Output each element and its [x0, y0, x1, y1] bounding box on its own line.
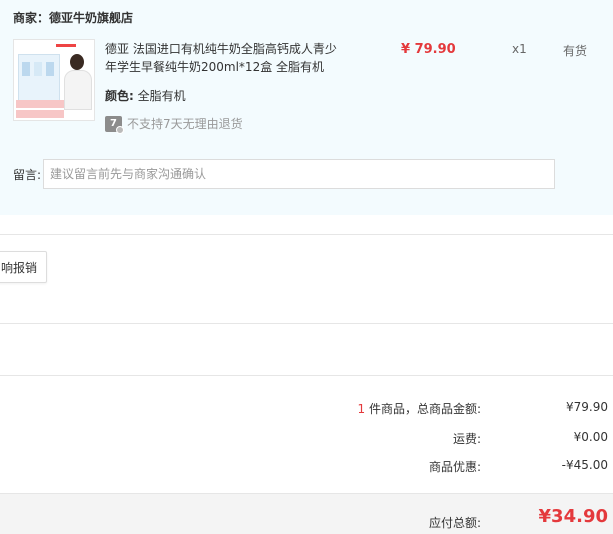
payable-label: 应付总额: — [428, 516, 481, 530]
items-total-row: 1 件商品，总商品金额: ¥79.90 — [0, 400, 613, 416]
thumb-promo-tag — [16, 110, 64, 118]
thumb-carton — [22, 62, 30, 76]
payable-total-bar: 应付总额: ¥34.90 — [0, 493, 613, 534]
return-policy-text: 不支持7天无理由退货 — [127, 117, 243, 131]
thumb-carton — [34, 62, 42, 76]
item-count: 1 — [357, 402, 366, 416]
shipping-label: 运费: — [452, 432, 481, 446]
discount-row: 商品优惠: -¥45.00 — [0, 458, 613, 474]
shipping-row: 运费: ¥0.00 — [0, 430, 613, 446]
shop-name[interactable]: 商家：德亚牛奶旗舰店 — [13, 9, 133, 26]
product-thumbnail[interactable] — [13, 39, 95, 121]
no-7-day-return-icon: 7 — [105, 115, 124, 134]
return-policy: 7 不支持7天无理由退货 — [105, 115, 243, 134]
product-color: 颜色: 全脂有机 — [105, 87, 186, 104]
stock-status: 有货 — [563, 44, 588, 58]
shop-order-block: 商家：德亚牛奶旗舰店 德亚 法国进口有机纯牛奶全脂高钙成人青少年学生早餐纯牛奶2… — [0, 0, 613, 215]
thumb-model-body — [64, 70, 92, 110]
report-button[interactable]: 响报销 — [0, 251, 47, 283]
product-quantity: x1 — [512, 42, 527, 56]
thumb-promo-tag — [16, 100, 64, 108]
section-divider — [0, 375, 613, 376]
thumb-brand-mark — [56, 44, 76, 47]
section-divider — [0, 234, 613, 235]
thumb-carton — [46, 62, 54, 76]
payable-value: ¥34.90 — [538, 506, 608, 527]
discount-label: 商品优惠: — [428, 460, 481, 474]
thumb-model-head — [70, 54, 84, 70]
items-total-label-text: 件商品，总商品金额: — [368, 402, 481, 416]
message-label: 留言: — [13, 168, 42, 182]
items-total-label: 1 件商品，总商品金额: — [357, 400, 481, 417]
product-title[interactable]: 德亚 法国进口有机纯牛奶全脂高钙成人青少年学生早餐纯牛奶200ml*12盒 全脂… — [105, 40, 345, 76]
color-value: 全脂有机 — [137, 89, 186, 103]
shipping-value: ¥0.00 — [573, 430, 608, 444]
items-total-value: ¥79.90 — [566, 400, 608, 414]
product-price: ¥ 79.90 — [401, 42, 456, 57]
discount-value: -¥45.00 — [561, 458, 608, 472]
color-label: 颜色: — [105, 89, 134, 103]
message-input[interactable] — [43, 159, 555, 189]
section-divider — [0, 323, 613, 324]
return-icon-badge — [116, 125, 124, 134]
